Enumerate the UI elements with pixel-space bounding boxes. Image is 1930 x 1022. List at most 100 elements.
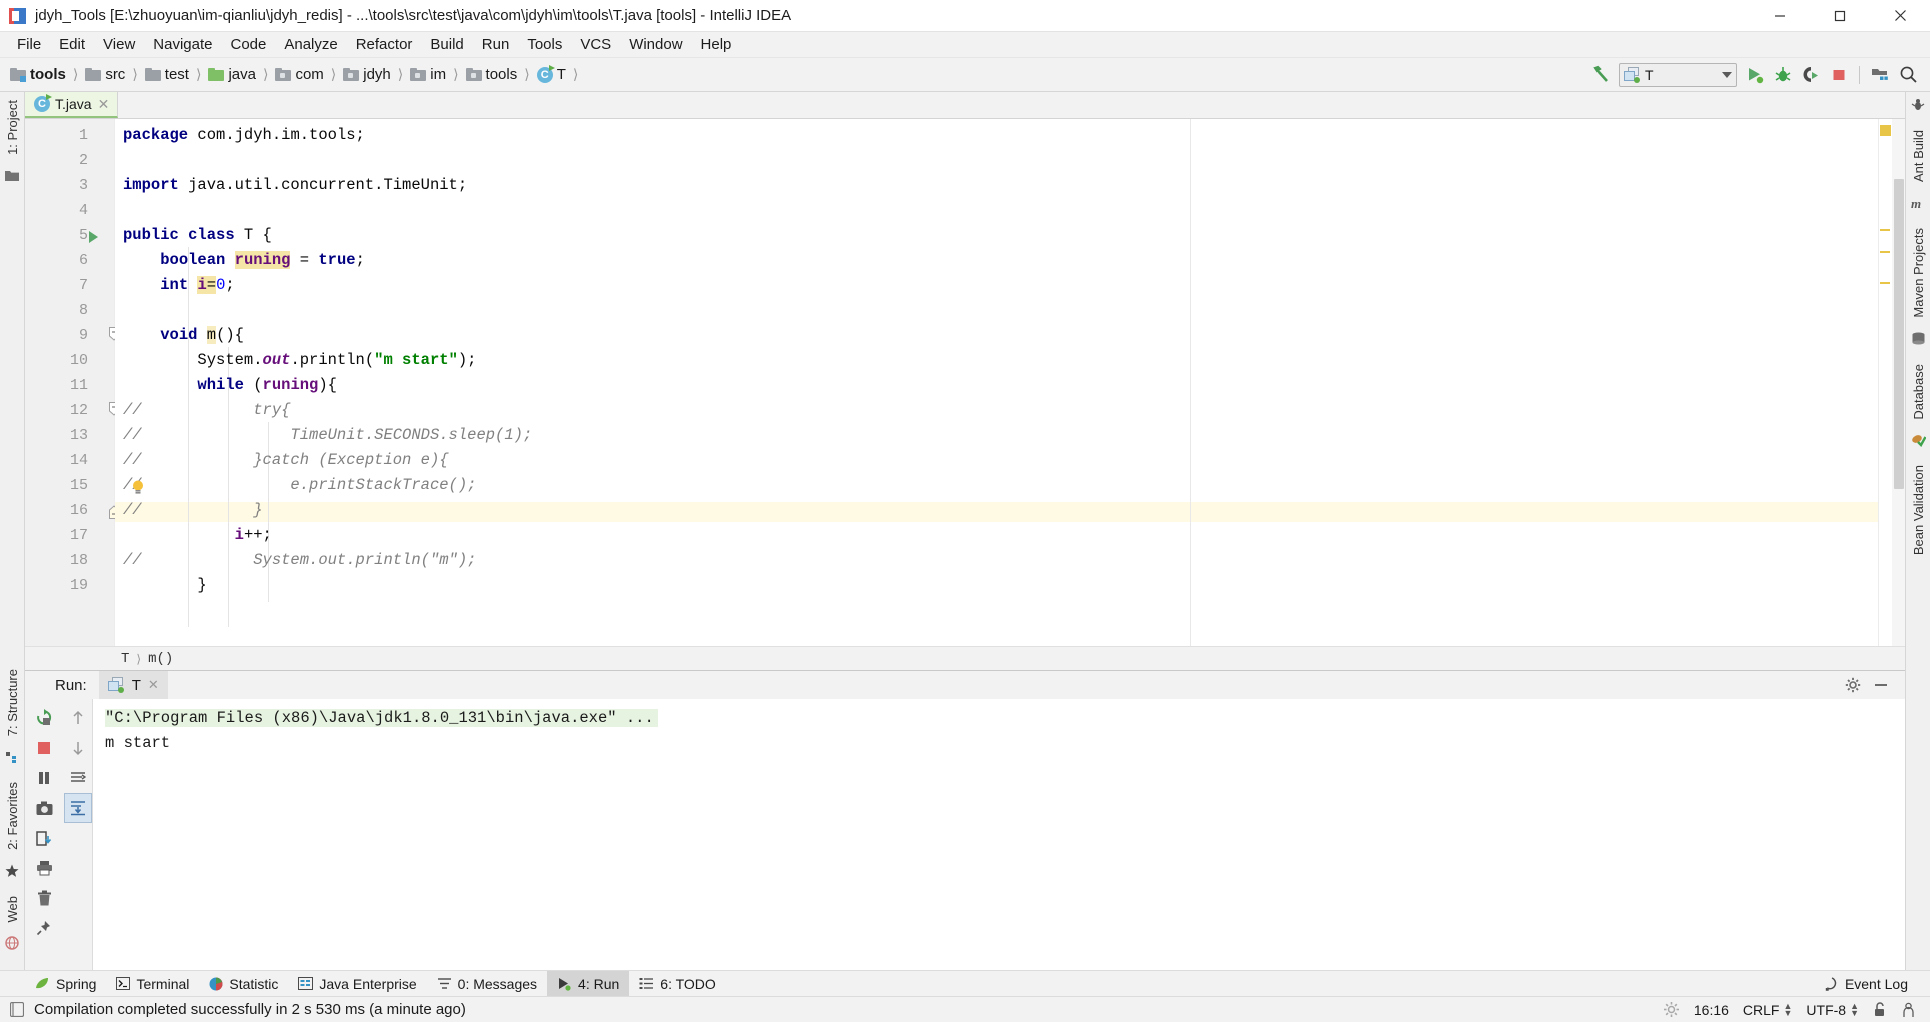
intention-bulb-icon[interactable] bbox=[130, 479, 146, 499]
clear-all-button[interactable] bbox=[30, 883, 58, 913]
run-configuration-selector[interactable]: T bbox=[1619, 62, 1737, 87]
ant-build-icon[interactable] bbox=[1911, 98, 1925, 116]
menu-help[interactable]: Help bbox=[692, 34, 741, 55]
build-project-button[interactable] bbox=[1587, 61, 1615, 89]
sidebar-item-structure[interactable]: 7: Structure bbox=[3, 661, 22, 744]
menu-analyze[interactable]: Analyze bbox=[275, 34, 346, 55]
inspection-widget[interactable] bbox=[1901, 1002, 1916, 1018]
editor-scrollbar[interactable] bbox=[1892, 119, 1905, 646]
sidebar-item-ant-build[interactable]: Ant Build bbox=[1909, 122, 1928, 190]
rerun-button[interactable] bbox=[30, 703, 58, 733]
status-message[interactable]: Compilation completed successfully in 2 … bbox=[34, 1001, 466, 1018]
sidebar-item-maven-projects[interactable]: Maven Projects bbox=[1909, 220, 1928, 326]
hide-run-window-button[interactable] bbox=[1867, 670, 1895, 700]
stop-process-button[interactable] bbox=[30, 733, 58, 763]
breadcrumb-class-t[interactable]: C T bbox=[535, 64, 568, 84]
encoding-selector[interactable]: UTF-8 ▲ ▼ bbox=[1806, 1001, 1859, 1018]
structure-icon[interactable] bbox=[5, 751, 19, 768]
run-settings-button[interactable] bbox=[1839, 670, 1867, 700]
favorites-star-icon[interactable] bbox=[5, 864, 19, 882]
java-class-icon: C bbox=[536, 64, 555, 83]
run-button[interactable] bbox=[1741, 61, 1769, 89]
close-icon[interactable]: ✕ bbox=[98, 96, 110, 113]
menu-edit[interactable]: Edit bbox=[50, 34, 94, 55]
breadcrumb-src[interactable]: src bbox=[83, 65, 127, 84]
warning-marker[interactable] bbox=[1880, 282, 1890, 284]
sidebar-item-favorites[interactable]: 2: Favorites bbox=[3, 774, 22, 858]
bottom-tab-run[interactable]: 4: Run bbox=[547, 970, 630, 997]
sidebar-item-database[interactable]: Database bbox=[1909, 356, 1928, 428]
run-tab-t[interactable]: T ✕ bbox=[98, 671, 168, 699]
bottom-tab-statistic[interactable]: Statistic bbox=[199, 971, 288, 997]
menu-build[interactable]: Build bbox=[421, 34, 472, 55]
maximize-button[interactable] bbox=[1810, 0, 1870, 32]
bottom-tab-terminal[interactable]: Terminal bbox=[106, 971, 199, 997]
menu-file[interactable]: File bbox=[8, 34, 50, 55]
print-button[interactable] bbox=[30, 853, 58, 883]
maven-icon[interactable]: m bbox=[1910, 196, 1926, 214]
sidebar-item-web[interactable]: Web bbox=[3, 888, 22, 931]
warning-marker[interactable] bbox=[1880, 251, 1890, 253]
run-console-output[interactable]: "C:\Program Files (x86)\Java\jdk1.8.0_13… bbox=[93, 699, 1905, 970]
bottom-tab-todo[interactable]: 6: TODO bbox=[629, 971, 726, 997]
sidebar-item-bean-validation[interactable]: Bean Validation bbox=[1909, 457, 1928, 563]
breadcrumb-class[interactable]: T bbox=[121, 651, 129, 667]
search-everywhere-button[interactable] bbox=[1894, 61, 1922, 89]
camera-button[interactable] bbox=[30, 793, 58, 823]
event-log-button[interactable]: Event Log bbox=[1815, 971, 1918, 997]
web-globe-icon[interactable] bbox=[5, 936, 19, 954]
read-only-toggle[interactable] bbox=[1873, 1002, 1887, 1017]
bottom-tab-spring[interactable]: Spring bbox=[25, 971, 106, 997]
project-structure-button[interactable] bbox=[1866, 61, 1894, 89]
sidebar-item-project[interactable]: 1: Project bbox=[3, 92, 22, 163]
soft-wrap-button[interactable] bbox=[64, 763, 92, 793]
background-tasks-button[interactable] bbox=[1663, 1001, 1680, 1018]
code-editor[interactable]: 1 2 3 4 5 6 7 8 9 10 11 12 13 14 15 16 1 bbox=[25, 119, 1905, 646]
menu-refactor[interactable]: Refactor bbox=[347, 34, 422, 55]
breadcrumb-com[interactable]: com bbox=[273, 65, 325, 84]
menu-run[interactable]: Run bbox=[473, 34, 519, 55]
scroll-down-button[interactable] bbox=[64, 733, 92, 763]
scroll-up-button[interactable] bbox=[64, 703, 92, 733]
debug-button[interactable] bbox=[1769, 61, 1797, 89]
gutter-run-marker[interactable] bbox=[87, 230, 100, 248]
line-separator-selector[interactable]: CRLF ▲ ▼ bbox=[1743, 1001, 1792, 1018]
run-with-coverage-button[interactable] bbox=[1797, 61, 1825, 89]
editor-gutter[interactable]: 1 2 3 4 5 6 7 8 9 10 11 12 13 14 15 16 1 bbox=[25, 119, 143, 646]
scroll-to-end-button[interactable] bbox=[63, 793, 92, 823]
inspection-status-marker[interactable] bbox=[1880, 125, 1891, 136]
gear-icon bbox=[1663, 1002, 1679, 1017]
breadcrumb-tools-module[interactable]: tools bbox=[8, 65, 68, 84]
close-button[interactable] bbox=[1870, 0, 1930, 32]
breadcrumb-test[interactable]: test bbox=[143, 65, 191, 84]
minimize-button[interactable] bbox=[1750, 0, 1810, 32]
menu-code[interactable]: Code bbox=[221, 34, 275, 55]
breadcrumb-tools-package[interactable]: tools bbox=[464, 65, 520, 84]
breadcrumb-java[interactable]: java bbox=[206, 65, 258, 84]
export-button[interactable] bbox=[30, 823, 58, 853]
close-icon[interactable]: ✕ bbox=[148, 677, 159, 693]
pin-tab-button[interactable] bbox=[30, 913, 58, 943]
warning-marker[interactable] bbox=[1880, 229, 1890, 231]
breadcrumb-method[interactable]: m() bbox=[148, 651, 173, 667]
menu-navigate[interactable]: Navigate bbox=[144, 34, 221, 55]
editor-tab-tjava[interactable]: C T.java ✕ bbox=[25, 92, 119, 118]
menu-tools[interactable]: Tools bbox=[518, 34, 571, 55]
bottom-tab-messages[interactable]: 0: Messages bbox=[427, 971, 547, 997]
menu-vcs[interactable]: VCS bbox=[571, 34, 620, 55]
breadcrumb-jdyh[interactable]: jdyh bbox=[341, 65, 393, 84]
menu-window[interactable]: Window bbox=[620, 34, 691, 55]
bean-validation-icon[interactable] bbox=[1911, 433, 1927, 451]
run-config-icon bbox=[1624, 66, 1642, 83]
database-icon[interactable] bbox=[1911, 332, 1926, 350]
stop-button[interactable] bbox=[1825, 61, 1853, 89]
scrollbar-thumb[interactable] bbox=[1894, 179, 1904, 489]
caret-position[interactable]: 16:16 bbox=[1694, 1002, 1729, 1018]
pause-output-button[interactable] bbox=[30, 763, 58, 793]
bottom-tab-java-enterprise[interactable]: 0: Messages Java Enterprise bbox=[288, 971, 426, 997]
analysis-marker-rail[interactable] bbox=[1878, 119, 1892, 646]
project-folder-icon[interactable] bbox=[5, 169, 19, 186]
code-text-area[interactable]: package com.jdyh.im.tools; import java.u… bbox=[115, 119, 1878, 646]
menu-view[interactable]: View bbox=[94, 34, 144, 55]
breadcrumb-im[interactable]: im bbox=[408, 65, 448, 84]
